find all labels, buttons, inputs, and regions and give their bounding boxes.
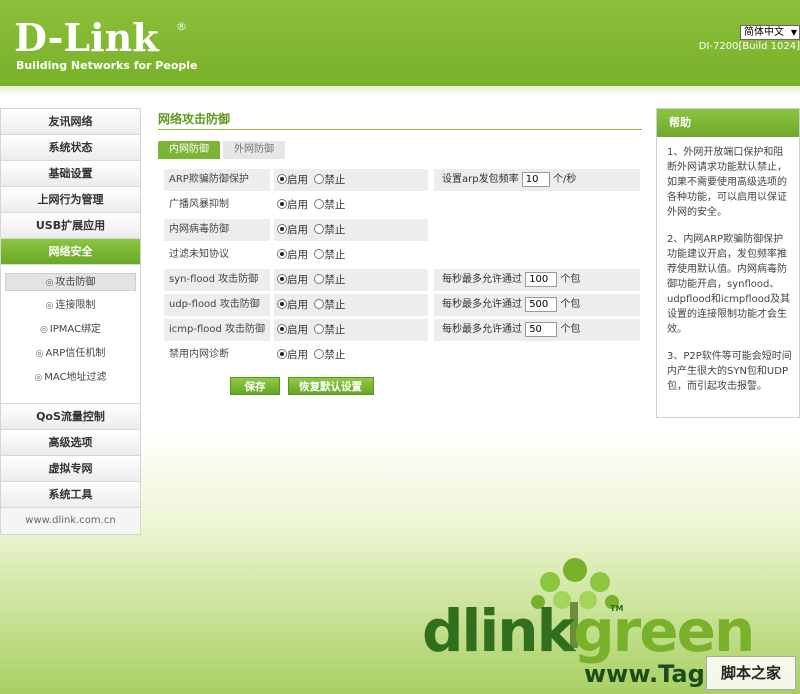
disable-radio[interactable] — [314, 199, 325, 209]
sidebar-footer-link[interactable]: www.dlink.com.cn — [1, 508, 140, 534]
tab-wan-defense[interactable]: 外网防御 — [223, 141, 285, 159]
submenu-connection-limit[interactable]: ◎ 连接限制 — [5, 297, 136, 315]
radio-group: 启用 禁止 — [274, 294, 428, 316]
syn-flood-limit-input[interactable]: 100 — [525, 271, 558, 287]
help-paragraph: 1、外网开放端口保护和阻断外网请求功能默认禁止，如果不需要使用高级选项的各种功能… — [667, 147, 787, 218]
row-extra: 每秒最多允许通过 50 个包 — [434, 319, 640, 341]
row-label: 广播风暴抑制 — [169, 199, 229, 210]
header-strip — [0, 86, 800, 96]
table-row: ARP欺骗防御保护 启用 禁止 设置arp发包频率 10 个/秒 — [158, 169, 642, 194]
row-extra: 每秒最多允许通过 100 个包 — [434, 269, 640, 291]
bullet-icon: ◎ — [39, 325, 48, 335]
disable-radio[interactable] — [314, 174, 325, 184]
enable-radio[interactable] — [277, 274, 287, 284]
main-content: 网络攻击防御 内网防御 外网防御 ARP欺骗防御保护 启用 禁止 设置arp发包… — [158, 108, 642, 397]
logo-tagline: Building Networks for People — [16, 59, 198, 72]
help-panel: 帮助 1、外网开放端口保护和阻断外网请求功能默认禁止，如果不需要使用高级选项的各… — [656, 108, 800, 418]
radio-group: 启用 禁止 — [274, 244, 428, 266]
table-row: icmp-flood 攻击防御 启用 禁止 每秒最多允许通过 50 个包 — [158, 319, 642, 344]
enable-radio[interactable] — [277, 224, 287, 234]
bullet-icon: ◎ — [45, 301, 54, 311]
table-row: 过滤未知协议 启用 禁止 — [158, 244, 642, 269]
row-label: ARP欺骗防御保护 — [164, 169, 270, 191]
udp-flood-limit-input[interactable]: 500 — [525, 296, 558, 312]
enable-radio[interactable] — [277, 324, 287, 334]
enable-radio[interactable] — [277, 249, 287, 259]
bullet-icon: ◎ — [34, 373, 43, 383]
disable-radio[interactable] — [314, 324, 325, 334]
dlink-logo: D-Link — [14, 15, 159, 60]
sidebar-item-vpn[interactable]: 虚拟专网 — [1, 456, 140, 482]
disable-radio[interactable] — [314, 299, 325, 309]
radio-group: 启用 禁止 — [274, 269, 428, 291]
save-button[interactable]: 保存 — [230, 377, 280, 395]
security-submenu: ◎ 攻击防御 ◎ 连接限制 ◎ IPMAC绑定 ◎ ARP信任机制 ◎ MAC地址过滤 — [1, 265, 140, 404]
sidebar-item-network-security[interactable]: 网络安全 — [1, 239, 140, 265]
restore-defaults-button[interactable]: 恢复默认设置 — [287, 377, 374, 395]
tab-lan-defense[interactable]: 内网防御 — [158, 141, 220, 159]
disable-radio[interactable] — [314, 224, 325, 234]
help-body: 1、外网开放端口保护和阻断外网请求功能默认禁止，如果不需要使用高级选项的各种功能… — [657, 137, 799, 394]
table-row: udp-flood 攻击防御 启用 禁止 每秒最多允许通过 500 个包 — [158, 294, 642, 319]
radio-group: 启用 禁止 — [274, 194, 428, 216]
row-extra: 每秒最多允许通过 500 个包 — [434, 294, 640, 316]
page-title: 网络攻击防御 — [158, 108, 642, 130]
row-label: syn-flood 攻击防御 — [164, 269, 270, 291]
settings-table: ARP欺骗防御保护 启用 禁止 设置arp发包频率 10 个/秒 广播风暴抑制 … — [158, 169, 642, 369]
icmp-flood-limit-input[interactable]: 50 — [525, 321, 558, 337]
language-select[interactable]: 简体中文 ▼ — [740, 25, 800, 40]
sidebar-item-usb-apps[interactable]: USB扩展应用 — [1, 213, 140, 239]
sidebar-item-system-tools[interactable]: 系统工具 — [1, 482, 140, 508]
enable-radio[interactable] — [277, 199, 287, 209]
tab-bar: 内网防御 外网防御 — [158, 141, 642, 159]
radio-group: 启用 禁止 — [274, 319, 428, 341]
radio-group: 启用 禁止 — [274, 169, 428, 191]
enable-radio[interactable] — [277, 174, 287, 184]
submenu-attack-defense[interactable]: ◎ 攻击防御 — [5, 273, 136, 291]
radio-group: 启用 禁止 — [274, 344, 428, 366]
table-row: 广播风暴抑制 启用 禁止 — [158, 194, 642, 219]
row-label: 内网病毒防御 — [164, 219, 270, 241]
language-value: 简体中文 — [744, 27, 784, 38]
watermark-badge: 脚本之家 — [706, 656, 796, 690]
bullet-icon: ◎ — [35, 349, 44, 359]
sidebar-item-system-status[interactable]: 系统状态 — [1, 135, 140, 161]
row-label: 禁用内网诊断 — [169, 349, 229, 360]
submenu-arp-trust[interactable]: ◎ ARP信任机制 — [5, 345, 136, 363]
disable-radio[interactable] — [314, 274, 325, 284]
registered-mark: ® — [176, 20, 187, 33]
submenu-ipmac-binding[interactable]: ◎ IPMAC绑定 — [5, 321, 136, 339]
table-row: 内网病毒防御 启用 禁止 — [158, 219, 642, 244]
dlink-green-logo: dlinkgreen — [422, 597, 755, 665]
sidebar: 友讯网络 系统状态 基础设置 上网行为管理 USB扩展应用 网络安全 ◎ 攻击防御… — [0, 108, 141, 535]
help-title: 帮助 — [657, 109, 799, 137]
trademark-mark: TM — [610, 604, 624, 613]
enable-radio[interactable] — [277, 299, 287, 309]
row-label: 过滤未知协议 — [169, 249, 229, 260]
arp-rate-input[interactable]: 10 — [521, 171, 550, 187]
row-extra: 设置arp发包频率 10 个/秒 — [434, 169, 640, 191]
disable-radio[interactable] — [314, 349, 325, 359]
enable-radio[interactable] — [277, 349, 287, 359]
chevron-down-icon: ▼ — [790, 28, 797, 37]
help-paragraph: 3、P2P软件等可能会短时间内产生很大的SYN包和UDP包，而引起攻击报警。 — [667, 351, 792, 392]
sidebar-item-behavior-management[interactable]: 上网行为管理 — [1, 187, 140, 213]
model-version: DI-7200[Build 1024] — [698, 41, 800, 52]
row-label: udp-flood 攻击防御 — [164, 294, 270, 316]
disable-radio[interactable] — [314, 249, 325, 259]
table-row: 禁用内网诊断 启用 禁止 — [158, 344, 642, 369]
sidebar-item-advanced[interactable]: 高级选项 — [1, 430, 140, 456]
sidebar-item-qos[interactable]: QoS流量控制 — [1, 404, 140, 430]
table-row: syn-flood 攻击防御 启用 禁止 每秒最多允许通过 100 个包 — [158, 269, 642, 294]
watermark-text: www.Tag — [584, 660, 705, 688]
form-buttons: 保存 恢复默认设置 — [158, 377, 642, 397]
radio-group: 启用 禁止 — [274, 219, 428, 241]
header-bar: D-Link ® Building Networks for People 简体… — [0, 0, 800, 86]
row-label: icmp-flood 攻击防御 — [164, 319, 270, 341]
bullet-icon: ◎ — [45, 278, 54, 288]
help-paragraph: 2、内网ARP欺骗防御保护功能建议开启，发包频率推荐使用默认值。内网病毒防御功能… — [667, 234, 791, 335]
submenu-mac-filter[interactable]: ◎ MAC地址过滤 — [5, 369, 136, 387]
sidebar-item-dlink-network[interactable]: 友讯网络 — [1, 109, 140, 135]
sidebar-item-basic-settings[interactable]: 基础设置 — [1, 161, 140, 187]
